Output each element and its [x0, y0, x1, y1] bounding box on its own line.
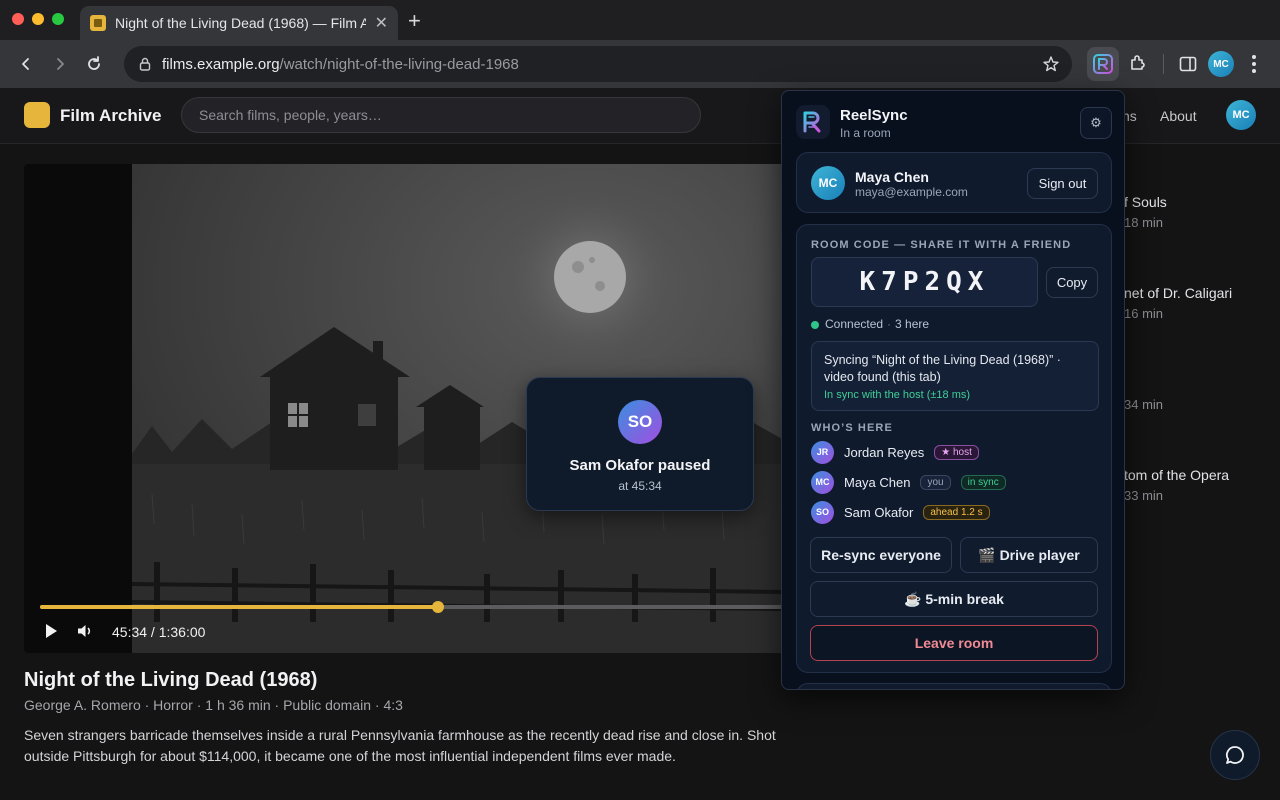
side-panel-icon[interactable] [1178, 54, 1198, 74]
member-row: SO Sam Okafor ahead 1.2 s [811, 500, 990, 524]
host-badge: ★ host [934, 444, 979, 460]
reload-button[interactable] [82, 52, 106, 76]
participant-count: 3 here [895, 317, 930, 331]
toast-subtitle: at 45:34 [618, 479, 662, 493]
extension-name: ReelSync [840, 107, 908, 124]
member-avatar: JR [811, 440, 834, 464]
related-film-title[interactable]: net of Dr. Caligari [1124, 285, 1232, 301]
chat-bubble-icon [1225, 746, 1244, 764]
member-row: MC Maya Chen you in sync [811, 470, 1006, 494]
sync-status-box: Syncing “Night of the Living Dead (1968)… [811, 341, 1099, 411]
member-name: Maya Chen [844, 474, 911, 490]
room-card: ROOM CODE — SHARE IT WITH A FRIEND K7P2Q… [796, 224, 1112, 673]
close-tab-icon[interactable]: ✕ [375, 13, 388, 33]
related-film-duration: 33 min [1124, 488, 1164, 503]
sign-out-button[interactable]: Sign out [1027, 168, 1098, 199]
extensions-puzzle-icon[interactable] [1128, 52, 1148, 72]
browser-tabstrip: Night of the Living Dead (1968) — Film A… [0, 0, 1280, 40]
playback-time: 45:34 / 1:36:00 [112, 624, 206, 640]
you-badge: you [920, 474, 951, 490]
next-card-edge [796, 683, 1112, 689]
seek-bar[interactable] [40, 601, 784, 613]
browser-profile-avatar[interactable]: MC [1208, 51, 1234, 77]
sync-description: Syncing “Night of the Living Dead (1968)… [824, 353, 1061, 384]
time-current: 45:34 [112, 624, 148, 640]
room-code-label: ROOM CODE — SHARE IT WITH A FRIEND [811, 239, 1072, 251]
sync-latency: In sync with the host (±18 ms) [824, 389, 971, 401]
member-name: Sam Okafor [844, 504, 914, 520]
member-avatar: MC [811, 470, 834, 494]
connection-label: Connected [825, 317, 884, 331]
reelsync-extension-button[interactable] [1087, 47, 1119, 81]
new-tab-button[interactable]: + [408, 10, 421, 32]
site-search-input[interactable] [181, 97, 701, 133]
tab-title: Night of the Living Dead (1968) — Film A… [115, 15, 366, 31]
seek-bar-progress [40, 605, 439, 609]
film-description: Seven strangers barricade themselves ins… [24, 727, 776, 764]
browser-tab-active[interactable]: Night of the Living Dead (1968) — Film A… [80, 6, 398, 40]
account-card: MC Maya Chen maya@example.com Sign out [796, 152, 1112, 213]
film-title: Night of the Living Dead (1968) [24, 669, 318, 691]
toast-avatar: SO [618, 400, 662, 444]
connection-status: Connected · 3 here [825, 317, 930, 331]
related-film-title[interactable]: tom of the Opera [1124, 467, 1229, 483]
pause-notification: SO Sam Okafor paused at 45:34 [526, 377, 754, 511]
resync-everyone-button[interactable]: Re-sync everyone [810, 537, 952, 573]
volume-icon[interactable] [77, 624, 93, 638]
break-button[interactable]: ☕ 5-min break [810, 581, 1098, 617]
time-total: 1:36:00 [158, 624, 206, 640]
copy-code-button[interactable]: Copy [1046, 267, 1098, 298]
browser-menu-icon[interactable] [1246, 53, 1262, 75]
related-film-duration: 18 min [1124, 215, 1164, 230]
room-code[interactable]: K7P2QX [811, 257, 1038, 307]
minimize-window-button[interactable] [32, 13, 44, 25]
play-icon[interactable] [44, 623, 58, 639]
maximize-window-button[interactable] [52, 13, 64, 25]
chat-button[interactable] [1210, 730, 1260, 780]
toast-title: Sam Okafor paused [569, 457, 711, 474]
lock-icon [139, 57, 151, 71]
close-window-button[interactable] [12, 13, 24, 25]
user-avatar: MC [811, 166, 845, 200]
forward-button[interactable] [48, 52, 72, 76]
reelsync-logo-icon [796, 105, 830, 139]
reload-icon [88, 56, 100, 70]
back-button[interactable] [14, 52, 38, 76]
member-row: JR Jordan Reyes ★ host [811, 440, 979, 464]
drive-player-button[interactable]: 🎬 Drive player [960, 537, 1098, 573]
related-film-duration: 34 min [1124, 397, 1164, 412]
address-bar[interactable]: films.example.org/watch/night-of-the-liv… [124, 46, 1072, 82]
extension-status: In a room [840, 126, 891, 140]
reelsync-logo-icon [1093, 54, 1113, 74]
url-path: /watch/night-of-the-living-dead-1968 [279, 55, 519, 73]
member-name: Jordan Reyes [844, 444, 925, 460]
ahead-badge: ahead 1.2 s [923, 504, 990, 520]
leave-room-button[interactable]: Leave room [810, 625, 1098, 661]
user-email: maya@example.com [855, 185, 968, 199]
site-logo-text[interactable]: Film Archive [60, 106, 161, 126]
forward-arrow-icon [57, 58, 64, 70]
nav-link-about[interactable]: About [1160, 108, 1197, 124]
film-archive-logo-icon[interactable] [24, 102, 50, 128]
in-sync-badge: in sync [960, 474, 1006, 490]
settings-gear-icon[interactable]: ⚙ [1080, 107, 1112, 139]
film-meta: George A. Romero · Horror · 1 h 36 min ·… [24, 697, 403, 713]
related-film-duration: 16 min [1124, 306, 1164, 321]
reelsync-popup: ReelSync In a room ⚙ MC Maya Chen maya@e… [781, 90, 1125, 690]
toolbar-divider [1163, 54, 1164, 74]
member-avatar: SO [811, 500, 834, 524]
site-user-avatar[interactable]: MC [1226, 100, 1256, 130]
browser-toolbar: films.example.org/watch/night-of-the-liv… [0, 40, 1280, 88]
url-host: films.example.org [162, 55, 280, 73]
user-name: Maya Chen [855, 169, 929, 185]
player-controls: 45:34 / 1:36:00 [24, 593, 784, 653]
film-archive-favicon-icon [90, 15, 106, 31]
members-label: WHO’S HERE [811, 422, 893, 434]
bookmark-star-icon[interactable] [1042, 55, 1060, 73]
related-film-title[interactable]: f Souls [1124, 194, 1167, 210]
connected-status-icon [811, 321, 819, 329]
back-arrow-icon [22, 58, 29, 70]
seek-bar-thumb[interactable] [432, 601, 445, 613]
